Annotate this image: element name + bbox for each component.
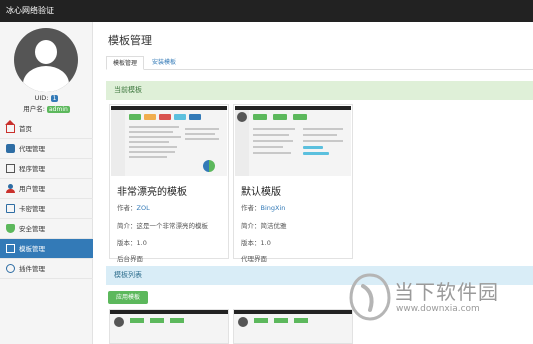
template-thumbnail	[235, 106, 351, 176]
template-list-thumbnail[interactable]	[109, 309, 229, 344]
watermark: 当下软件园 www.downxia.com	[348, 270, 528, 330]
sidebar-menu: 首页 代理管理 程序管理 用户管理 卡密管理 安全管理 模板管理 插件管理	[0, 119, 93, 279]
sidebar-item-plugins[interactable]: 插件管理	[0, 259, 93, 279]
sidebar-item-label: 卡密管理	[19, 204, 45, 213]
template-title: 默认模版	[241, 187, 281, 198]
current-template-header: 当前模板	[106, 81, 533, 100]
sidebar-item-security[interactable]: 安全管理	[0, 219, 93, 239]
watermark-url: www.downxia.com	[396, 304, 480, 314]
template-description: 简介：简洁优雅	[241, 222, 287, 230]
username-label: 用户名:	[23, 105, 45, 113]
sidebar-item-programs[interactable]: 程序管理	[0, 159, 93, 179]
template-title: 非常漂亮的模板	[117, 187, 187, 198]
sidebar-item-cards[interactable]: 卡密管理	[0, 199, 93, 219]
template-thumbnail	[111, 106, 227, 176]
watermark-text: 当下软件园	[394, 280, 499, 304]
plugin-icon	[6, 264, 15, 273]
tab-install-template[interactable]: 安装模板	[146, 56, 182, 70]
author-link[interactable]: BingXin	[261, 204, 286, 212]
template-list-thumbnail[interactable]	[233, 309, 353, 344]
tab-bar: 模板管理 安装模板	[106, 56, 533, 70]
username-row: 用户名: admin	[0, 103, 93, 113]
template-type: 后台界面	[117, 255, 143, 263]
sidebar-item-users[interactable]: 用户管理	[0, 179, 93, 199]
template-version: 版本：1.0	[241, 239, 271, 247]
sidebar: UID: 1 用户名: admin 首页 代理管理 程序管理 用户管理 卡密管理…	[0, 22, 93, 344]
author-label: 作者：	[117, 204, 137, 212]
template-author-row: 作者：BingXin	[241, 202, 285, 212]
template-description: 简介：这是一个非常漂亮的模板	[117, 222, 208, 230]
avatar	[14, 28, 78, 92]
sidebar-item-label: 用户管理	[19, 184, 45, 193]
author-link[interactable]: ZOL	[137, 204, 150, 212]
agent-icon	[6, 144, 15, 153]
home-icon	[5, 120, 15, 133]
sidebar-item-templates[interactable]: 模板管理	[0, 239, 93, 259]
user-icon	[6, 184, 15, 193]
apply-template-button[interactable]: 应用模板	[108, 291, 148, 304]
uid-label: UID:	[34, 94, 49, 102]
downxia-logo-icon	[349, 273, 391, 321]
tab-template-manage[interactable]: 模板管理	[106, 56, 145, 70]
page-title: 模板管理	[108, 34, 152, 47]
sidebar-item-label: 首页	[19, 124, 32, 133]
sidebar-item-home[interactable]: 首页	[0, 119, 93, 139]
sidebar-item-label: 代理管理	[19, 144, 45, 153]
sidebar-item-label: 插件管理	[19, 264, 45, 273]
sidebar-item-agents[interactable]: 代理管理	[0, 139, 93, 159]
shield-icon	[6, 224, 15, 233]
username-badge: admin	[46, 106, 70, 113]
app-title: 冰心网络验证	[0, 0, 533, 22]
sidebar-item-label: 程序管理	[19, 164, 45, 173]
template-version: 版本：1.0	[117, 239, 147, 247]
template-card: 非常漂亮的模板 作者：ZOL 简介：这是一个非常漂亮的模板 版本：1.0 后台界…	[109, 104, 229, 263]
template-icon	[6, 244, 15, 253]
sidebar-item-label: 安全管理	[19, 224, 45, 233]
template-author-row: 作者：ZOL	[117, 202, 150, 212]
uid-row: UID: 1	[0, 94, 93, 102]
program-icon	[6, 164, 15, 173]
author-label: 作者：	[241, 204, 261, 212]
template-card: 默认模版 作者：BingXin 简介：简洁优雅 版本：1.0 代理界面	[233, 104, 353, 263]
card-icon	[6, 204, 15, 213]
uid-badge: 1	[50, 95, 59, 102]
template-type: 代理界面	[241, 255, 267, 263]
sidebar-item-label: 模板管理	[19, 244, 45, 253]
